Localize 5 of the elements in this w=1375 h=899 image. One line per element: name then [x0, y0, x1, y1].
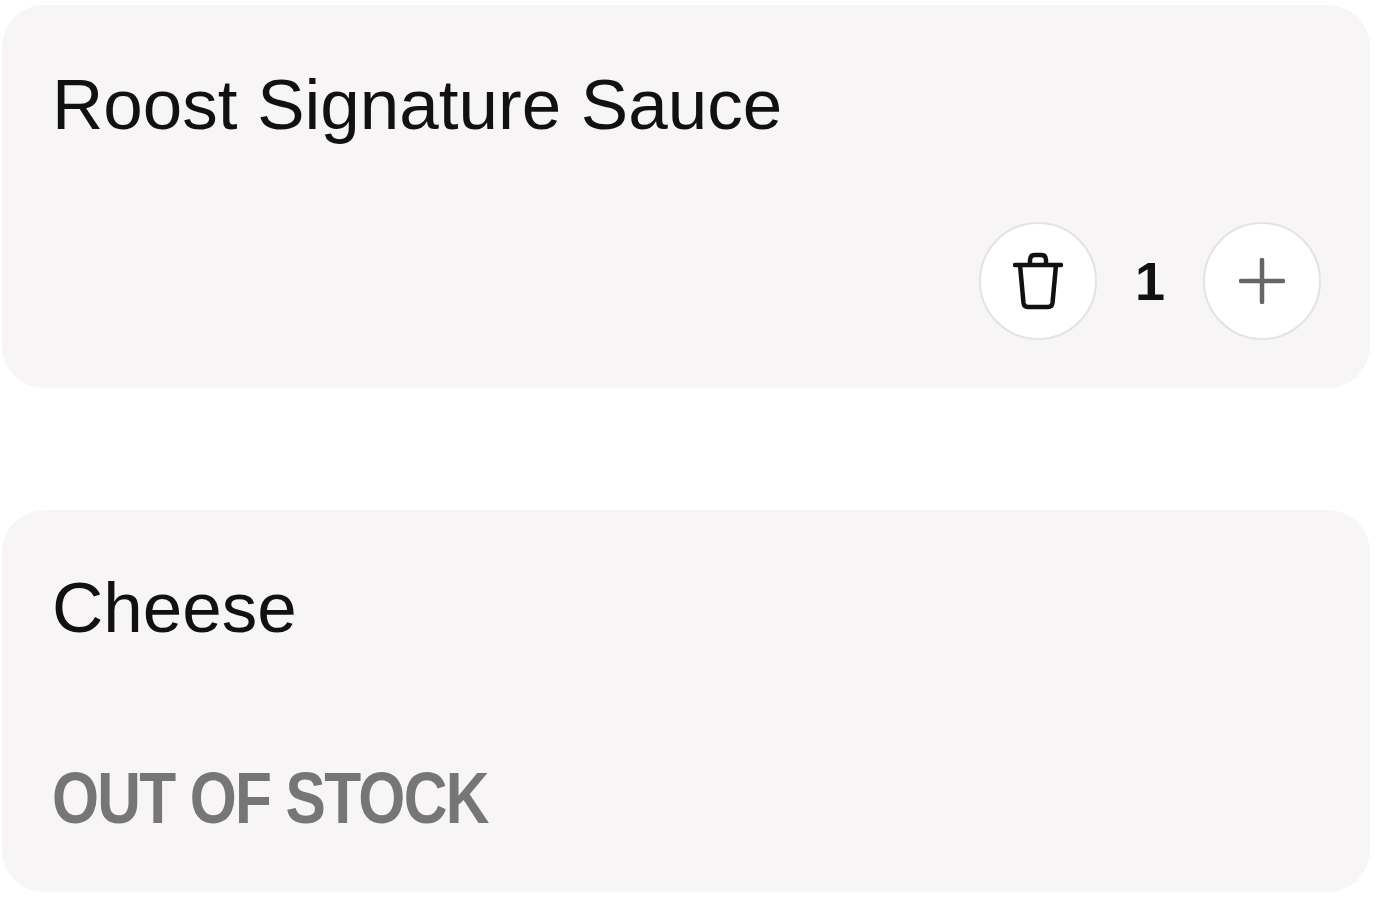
- plus-icon: [1239, 258, 1285, 304]
- item-name: Cheese: [52, 572, 298, 643]
- quantity-count: 1: [1134, 254, 1165, 308]
- trash-icon: [1012, 252, 1063, 310]
- stock-status-label: OUT OF STOCK: [52, 762, 488, 834]
